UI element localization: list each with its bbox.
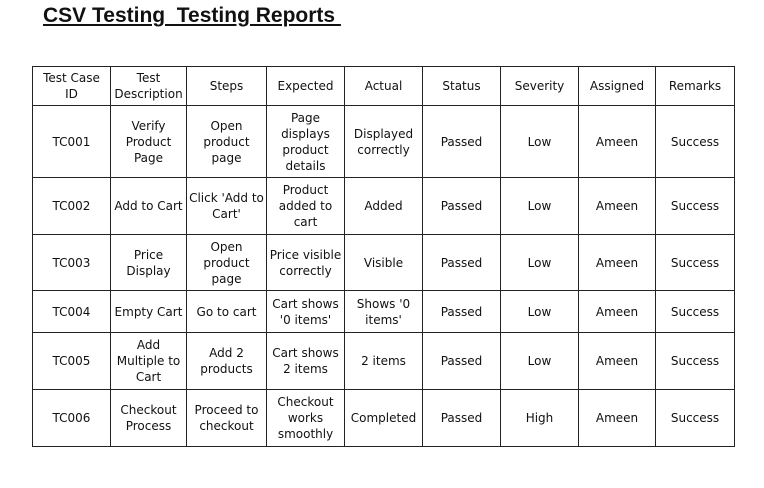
header-row: Test Case ID Test Description Steps Expecte… (32, 66, 735, 106)
table-cell: Open product page (186, 105, 267, 178)
table-cell: TC001 (32, 105, 111, 178)
table-cell: Verify Product Page (110, 105, 187, 178)
table-cell: Success (655, 389, 735, 447)
table-row: TC001 Verify Product Page Open product pag… (32, 105, 735, 178)
table-cell: Low (500, 332, 579, 390)
table-cell: Low (500, 105, 579, 178)
table-cell: Add to Cart (110, 177, 187, 235)
table-row: TC003 Price Display Open product page Price… (32, 234, 735, 291)
table-cell: Passed (422, 105, 501, 178)
table-cell: Page displays product details (266, 105, 345, 178)
table-cell: Success (655, 177, 735, 235)
table-cell: Checkout works smoothly (266, 389, 345, 447)
table-cell: Success (655, 234, 735, 291)
table-cell: Ameen (578, 177, 656, 235)
table-cell: Passed (422, 290, 501, 333)
table-cell: Completed (344, 389, 423, 447)
table-row: TC006 Checkout Process Proceed to checkout… (32, 389, 735, 447)
table-cell: Empty Cart (110, 290, 187, 333)
table-cell: 2 items (344, 332, 423, 390)
table-cell: Passed (422, 332, 501, 390)
table-cell: Add 2 products (186, 332, 267, 390)
column-header: Test Case ID (32, 66, 111, 106)
table-cell: Ameen (578, 105, 656, 178)
column-header: Severity (500, 66, 579, 106)
table-cell: Success (655, 105, 735, 178)
table-cell: Added (344, 177, 423, 235)
table-cell: Click 'Add to Cart' (186, 177, 267, 235)
table-cell: Add Multiple to Cart (110, 332, 187, 390)
column-header: Assigned (578, 66, 656, 106)
table-cell: Price Display (110, 234, 187, 291)
table-cell: TC002 (32, 177, 111, 235)
table-cell: Price visible correctly (266, 234, 345, 291)
table-cell: Shows '0 items' (344, 290, 423, 333)
table-cell: Go to cart (186, 290, 267, 333)
table-cell: Ameen (578, 389, 656, 447)
table-cell: Checkout Process (110, 389, 187, 447)
column-header: Expected (266, 66, 345, 106)
table-cell: Ameen (578, 234, 656, 291)
column-header: Status (422, 66, 501, 106)
table-cell: Low (500, 177, 579, 235)
test-report-table: Test Case ID Test Description Steps Expecte… (32, 66, 735, 447)
table-row: TC002 Add to Cart Click 'Add to Cart' Produ… (32, 177, 735, 235)
table-cell: Passed (422, 234, 501, 291)
table-cell: Cart shows 2 items (266, 332, 345, 390)
table-cell: Success (655, 290, 735, 333)
table-cell: Open product page (186, 234, 267, 291)
table-cell: Displayed correctly (344, 105, 423, 178)
column-header: Remarks (655, 66, 735, 106)
table-cell: Product added to cart (266, 177, 345, 235)
table-cell: Passed (422, 177, 501, 235)
table-cell: High (500, 389, 579, 447)
table-cell: TC005 (32, 332, 111, 390)
page-title: CSV Testing Testing Reports (43, 4, 341, 27)
table-cell: Ameen (578, 290, 656, 333)
column-header: Steps (186, 66, 267, 106)
column-header: Actual (344, 66, 423, 106)
table-row: TC005 Add Multiple to Cart Add 2 products C… (32, 332, 735, 390)
table-cell: Ameen (578, 332, 656, 390)
table-cell: Low (500, 234, 579, 291)
table-cell: TC004 (32, 290, 111, 333)
table-cell: Passed (422, 389, 501, 447)
table-cell: Success (655, 332, 735, 390)
table-cell: Proceed to checkout (186, 389, 267, 447)
table-cell: TC006 (32, 389, 111, 447)
table-cell: Cart shows '0 items' (266, 290, 345, 333)
table-cell: Visible (344, 234, 423, 291)
column-header: Test Description (110, 66, 187, 106)
table-cell: Low (500, 290, 579, 333)
table-row: TC004 Empty Cart Go to cart Cart shows '0 i… (32, 290, 735, 333)
table-cell: TC003 (32, 234, 111, 291)
